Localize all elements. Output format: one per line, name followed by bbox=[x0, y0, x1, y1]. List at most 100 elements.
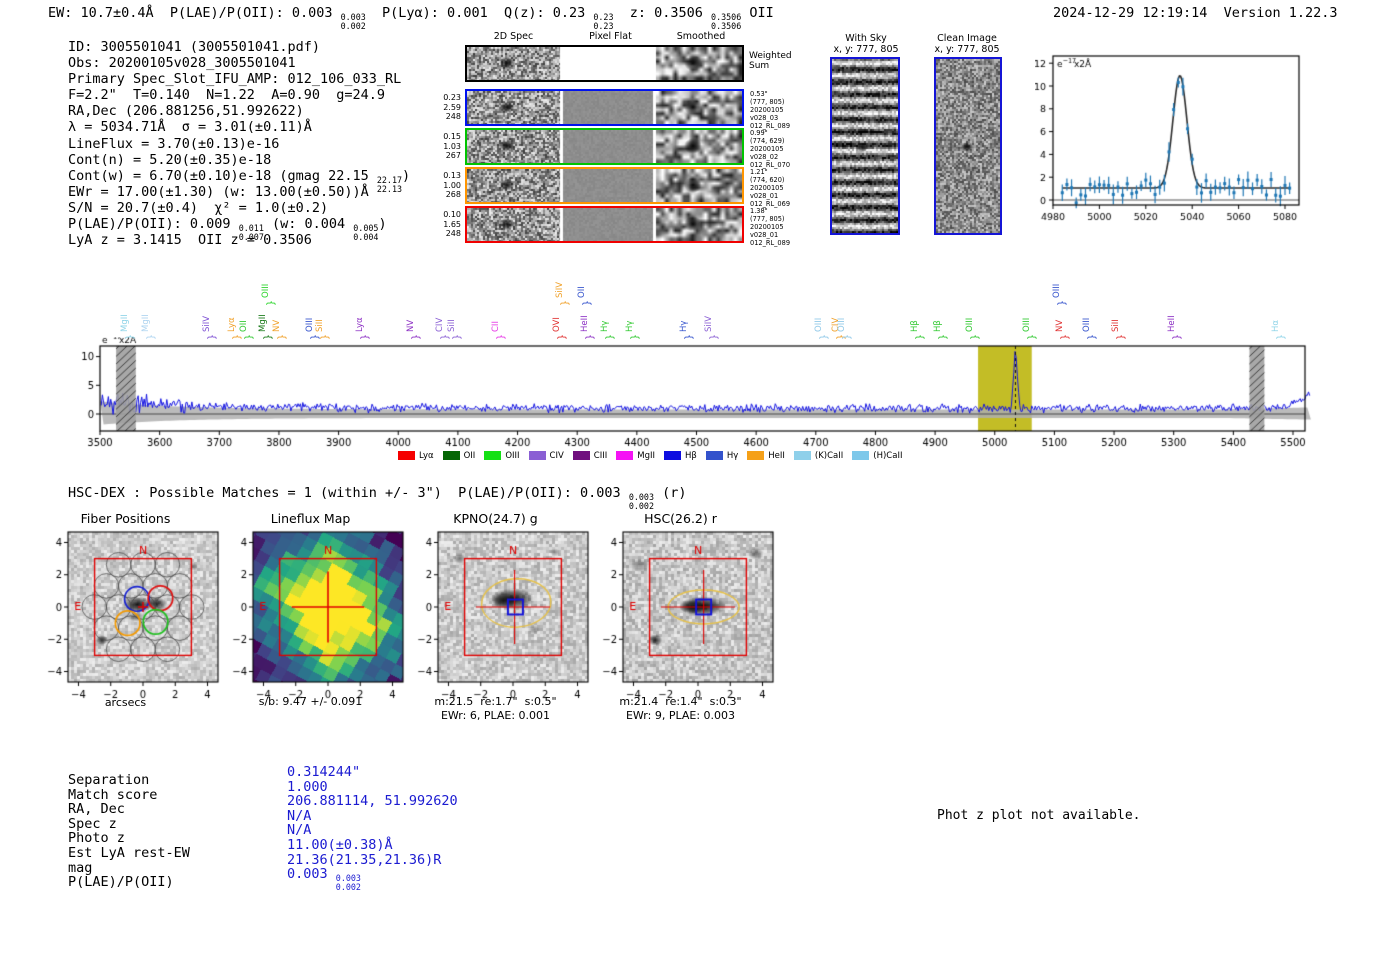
info-line: S/N = 20.7(±0.4) χ² = 1.0(±0.2) bbox=[68, 200, 410, 216]
text-segment: 1.000 bbox=[287, 778, 328, 795]
match-table-values: 0.314244" 1.000 206.881114, 51.992620 N/A N/… bbox=[287, 765, 458, 892]
spectral-line-marker-label: CIV bbox=[435, 317, 446, 332]
spectral-line-marker-label: Lyα bbox=[355, 317, 366, 332]
text-segment: 11.00(±0.38)Å bbox=[287, 836, 393, 853]
info-line: P(LAE)/P(OII): 0.009 0.011 0.007 (w: 0.00… bbox=[68, 216, 410, 242]
spectral-line-marker-brace: { bbox=[969, 333, 981, 341]
spectral-line-marker-brace: { bbox=[124, 333, 136, 341]
spec2d-row bbox=[465, 89, 744, 126]
weighted-sum-label: Weighted Sum bbox=[749, 51, 792, 71]
spectral-line-marker-label: SiIV bbox=[704, 315, 715, 332]
legend-swatch bbox=[747, 451, 765, 460]
spectral-line-marker-brace: { bbox=[451, 333, 463, 341]
spectral-line-marker-label: MgII bbox=[141, 314, 152, 332]
hscdex-match-line: HSC-DEX : Possible Matches = 1 (within +… bbox=[68, 485, 687, 511]
spectral-line-marker-brace: { bbox=[145, 333, 157, 341]
spectral-line-marker-brace: { bbox=[936, 333, 948, 341]
cutout-caption: EWr: 6, PLAE: 0.001 bbox=[440, 709, 551, 722]
legend-label: MgII bbox=[637, 450, 656, 461]
legend-swatch bbox=[664, 451, 682, 460]
info-line: Cont(n) = 5.20(±0.35)e-18 bbox=[68, 152, 410, 168]
spec2d-row-right-labels: 0.53" (777, 805) 20200105 v028_03 012_RL… bbox=[750, 90, 791, 130]
spectral-line-marker-label: Lyα bbox=[227, 317, 238, 332]
stacked-value: 0.003 0.002 bbox=[335, 873, 361, 893]
spectral-line-marker-label: OIII bbox=[813, 317, 824, 332]
lineflux-map-canvas bbox=[213, 527, 408, 702]
spec2d-column-header: Pixel Flat bbox=[589, 31, 632, 42]
legend-item: MgII bbox=[616, 451, 655, 461]
text-segment: ) bbox=[378, 216, 387, 233]
legend-swatch bbox=[528, 451, 546, 460]
stacked-value: 0.005 0.004 bbox=[353, 223, 379, 243]
legend-item: CIV bbox=[528, 450, 564, 461]
spec2d-row-canvas bbox=[467, 91, 742, 124]
spectral-line-marker-brace: { bbox=[494, 333, 506, 341]
spec2d-row bbox=[465, 45, 744, 82]
match-row-value: N/A bbox=[287, 823, 458, 838]
cutout-caption: m:21.5 re:1.7" s:0.5" bbox=[434, 695, 557, 708]
spectral-line-marker-brace: { bbox=[242, 333, 254, 341]
full-spectrum-chart: MgII{MgII{SiIV{Lyα{OII{MgII{OIII{NV{OIII… bbox=[80, 250, 1325, 465]
spectral-line-marker-brace: { bbox=[584, 333, 596, 341]
match-row-value: N/A bbox=[287, 808, 458, 824]
legend-item: OIII bbox=[484, 451, 520, 461]
spectral-line-marker-brace: { bbox=[275, 333, 287, 341]
legend-swatch bbox=[484, 451, 502, 460]
sky-panel-title: With Sky bbox=[845, 33, 887, 44]
spectral-line-marker-brace: { bbox=[817, 333, 829, 341]
legend-label: CIV bbox=[549, 450, 564, 461]
detection-info-block: ID: 3005501041 (3005501041.pdf) Obs: 2020… bbox=[68, 39, 410, 248]
spectral-line-marker-brace: { bbox=[231, 333, 243, 341]
line-fit-chart-canvas bbox=[1035, 46, 1310, 231]
info-line: EWr = 17.00(±1.30) (w: 13.00(±0.50))Å bbox=[68, 184, 410, 200]
text-segment: Obs: 20200105v028_3005501041 bbox=[68, 55, 296, 72]
cutout-title-fiber_positions: Fiber Positions bbox=[80, 511, 171, 526]
info-line: LineFlux = 3.70(±0.13)e-16 bbox=[68, 136, 410, 152]
spectral-line-marker-label: SiII bbox=[314, 319, 325, 332]
cutout-title-lineflux_map: Lineflux Map bbox=[270, 511, 351, 526]
spec2d-row-canvas bbox=[467, 47, 742, 80]
text-segment: N/A bbox=[287, 822, 312, 839]
clean-image bbox=[934, 57, 1002, 235]
spectral-line-marker-brace: { bbox=[318, 333, 330, 341]
match-table-labels: Separation Match score RA, Dec Spec z Photo … bbox=[68, 773, 190, 890]
spectral-line-marker-label: HeII bbox=[1166, 315, 1177, 332]
text-segment: S/N = 20.7(±0.4) χ² = 1.0(±0.2) bbox=[68, 199, 329, 216]
legend-item: Hγ bbox=[705, 451, 738, 461]
cutout-caption: EWr: 9, PLAE: 0.003 bbox=[625, 709, 736, 722]
spectral-line-marker-label: Hβ bbox=[932, 320, 943, 332]
spectral-line-marker-brace: { bbox=[559, 299, 571, 307]
photz-note: Phot z plot not available. bbox=[937, 808, 1141, 823]
text-segment: P(LAE)/P(OII): 0.009 bbox=[68, 216, 239, 233]
stacked-value: 0.23 0.23 bbox=[593, 12, 614, 32]
spectral-line-marker-label: Hβ bbox=[910, 320, 921, 332]
text-segment: ) bbox=[402, 167, 411, 184]
match-row-value: 206.881114, 51.992620 bbox=[287, 794, 458, 809]
summary-header: EW: 10.7±0.4Å P(LAE)/P(OII): 0.003 0.003… bbox=[48, 5, 774, 31]
text-segment: Cont(w) = 6.70(±0.10)e-18 (gmag 22.15 bbox=[68, 167, 377, 184]
stacked-value: 0.003 0.002 bbox=[628, 492, 654, 512]
spectral-line-marker-label: Hα bbox=[1271, 320, 1282, 332]
legend-item: Lyα bbox=[398, 451, 434, 461]
info-line: λ = 5034.71Å σ = 3.01(±0.11)Å bbox=[68, 119, 410, 135]
spec2d-row-canvas bbox=[467, 208, 742, 241]
spectral-line-marker-brace: { bbox=[914, 333, 926, 341]
spectral-line-marker-brace: { bbox=[629, 333, 641, 341]
spectral-line-marker-label: Hγ bbox=[625, 320, 636, 332]
spectral-line-marker-label: OIII bbox=[1051, 283, 1062, 298]
match-row-value: 11.00(±0.38)Å bbox=[287, 838, 458, 853]
spectral-line-marker-brace: { bbox=[206, 333, 218, 341]
legend-item: HeII bbox=[747, 451, 785, 461]
text-segment: ID: 3005501041 (3005501041.pdf) bbox=[68, 39, 320, 55]
spec2d-row-right-labels: 1.38" (777, 805) 20200105 v028_01 012_RL… bbox=[750, 207, 791, 247]
match-row-label: Match score bbox=[68, 786, 158, 803]
cutout-xlabel: arcsecs bbox=[104, 696, 147, 709]
info-line: RA,Dec (206.881256,51.992622) bbox=[68, 103, 410, 119]
legend-label: Hβ bbox=[685, 450, 697, 461]
spectral-line-marker-label: SiIV bbox=[555, 281, 566, 298]
elixer-detection-report: EW: 10.7±0.4Å P(LAE)/P(OII): 0.003 0.003… bbox=[0, 0, 1400, 953]
spectral-line-marker-brace: { bbox=[439, 333, 451, 341]
spectral-line-marker-label: NV bbox=[406, 319, 417, 332]
spectral-line-marker-label: NV bbox=[1054, 319, 1065, 332]
sky-panel-coords: x, y: 777, 805 bbox=[833, 44, 899, 55]
